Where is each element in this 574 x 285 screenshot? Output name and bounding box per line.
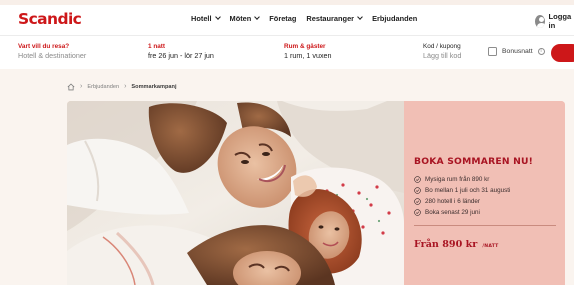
booking-code-input[interactable]: Lägg till kod	[423, 51, 461, 61]
promo-title: BOKA SOMMAREN NU!	[414, 156, 534, 167]
nav-item-restauranger[interactable]: Restauranger	[306, 14, 363, 23]
list-item: 280 hotell i 6 länder	[414, 196, 510, 207]
promo-feature-list: Mysiga rum från 890 kr Bo mellan 1 juli …	[414, 174, 510, 218]
chevron-down-icon	[254, 14, 261, 20]
nav-item-label: Restauranger	[306, 14, 355, 23]
feature-text: Mysiga rum från 890 kr	[425, 176, 490, 184]
nav-item-label: Hotell	[191, 14, 212, 23]
rooms-guests-label: Rum & gäster	[284, 43, 326, 50]
breadcrumb: › Erbjudanden › Sommarkampanj	[67, 83, 177, 91]
price-unit: /NATT	[482, 244, 499, 249]
list-item: Mysiga rum från 890 kr	[414, 174, 510, 185]
scandic-logo[interactable]: Scandic	[18, 10, 82, 28]
check-circle-icon	[414, 198, 421, 205]
user-avatar-icon	[535, 14, 546, 28]
nav-item-erbjudanden[interactable]: Erbjudanden	[372, 14, 417, 23]
dates-field[interactable]: 1 natt fre 26 jun - lör 27 jun	[148, 42, 214, 61]
rooms-guests-field[interactable]: Rum & gäster 1 rum, 1 vuxen	[284, 42, 332, 61]
booking-widget: Vart vill du resa? Hotell & destinatione…	[0, 35, 574, 69]
main-content: › Erbjudanden › Sommarkampanj BOKA SOMMA…	[0, 69, 574, 285]
login-button[interactable]: Logga in	[535, 12, 574, 30]
promo-price: Från 890 kr /NATT	[414, 232, 498, 251]
login-label: Logga in	[548, 12, 572, 30]
destination-label: Vart vill du resa?	[18, 43, 70, 50]
breadcrumb-current: Sommarkampanj	[131, 84, 177, 90]
check-circle-icon	[414, 176, 421, 183]
price-value: Från 890 kr	[414, 239, 478, 250]
site-header: Scandic Hotell Möten Företag Restaurange…	[0, 5, 574, 35]
search-button[interactable]	[551, 44, 574, 62]
bonus-night-option: Bonusnatt i	[488, 47, 545, 56]
family-photo	[67, 101, 404, 285]
bonus-night-checkbox[interactable]	[488, 47, 497, 56]
list-item: Boka senast 29 juni	[414, 207, 510, 218]
feature-text: 280 hotell i 6 länder	[425, 198, 480, 206]
promo-panel: BOKA SOMMAREN NU! Mysiga rum från 890 kr…	[404, 101, 565, 285]
check-circle-icon	[414, 209, 421, 217]
nights-label: 1 natt	[148, 43, 166, 50]
check-circle-icon	[414, 187, 421, 194]
info-icon[interactable]: i	[537, 48, 545, 55]
main-nav: Hotell Möten Företag Restauranger Erbjud…	[191, 14, 417, 23]
dates-value[interactable]: fre 26 jun - lör 27 jun	[148, 51, 214, 61]
nav-item-foretag[interactable]: Företag	[269, 14, 296, 23]
nav-item-moten[interactable]: Möten	[229, 14, 261, 23]
divider	[414, 225, 556, 226]
bonus-night-label: Bonusnatt	[502, 48, 533, 55]
nav-item-hotell[interactable]: Hotell	[191, 14, 221, 23]
destination-input[interactable]: Hotell & destinationer	[18, 51, 86, 61]
chevron-down-icon	[357, 14, 363, 20]
chevron-down-icon	[214, 14, 221, 20]
booking-code-label: Kod / kupong	[423, 43, 461, 50]
nav-item-label: Erbjudanden	[372, 14, 418, 23]
destination-field[interactable]: Vart vill du resa? Hotell & destinatione…	[18, 42, 86, 61]
nav-item-label: Företag	[269, 14, 297, 23]
promo-hero: BOKA SOMMAREN NU! Mysiga rum från 890 kr…	[67, 101, 565, 285]
chevron-right-icon: ›	[124, 83, 127, 90]
home-icon[interactable]	[67, 83, 75, 91]
nav-item-label: Möten	[229, 14, 252, 23]
feature-text: Boka senast 29 juni	[425, 209, 480, 217]
feature-text: Bo mellan 1 juli och 31 augusti	[425, 187, 511, 195]
booking-code-field[interactable]: Kod / kupong Lägg till kod	[423, 42, 461, 61]
chevron-right-icon: ›	[80, 83, 83, 90]
breadcrumb-link[interactable]: Erbjudanden	[87, 84, 119, 90]
rooms-guests-value[interactable]: 1 rum, 1 vuxen	[284, 51, 332, 61]
list-item: Bo mellan 1 juli och 31 augusti	[414, 185, 510, 196]
